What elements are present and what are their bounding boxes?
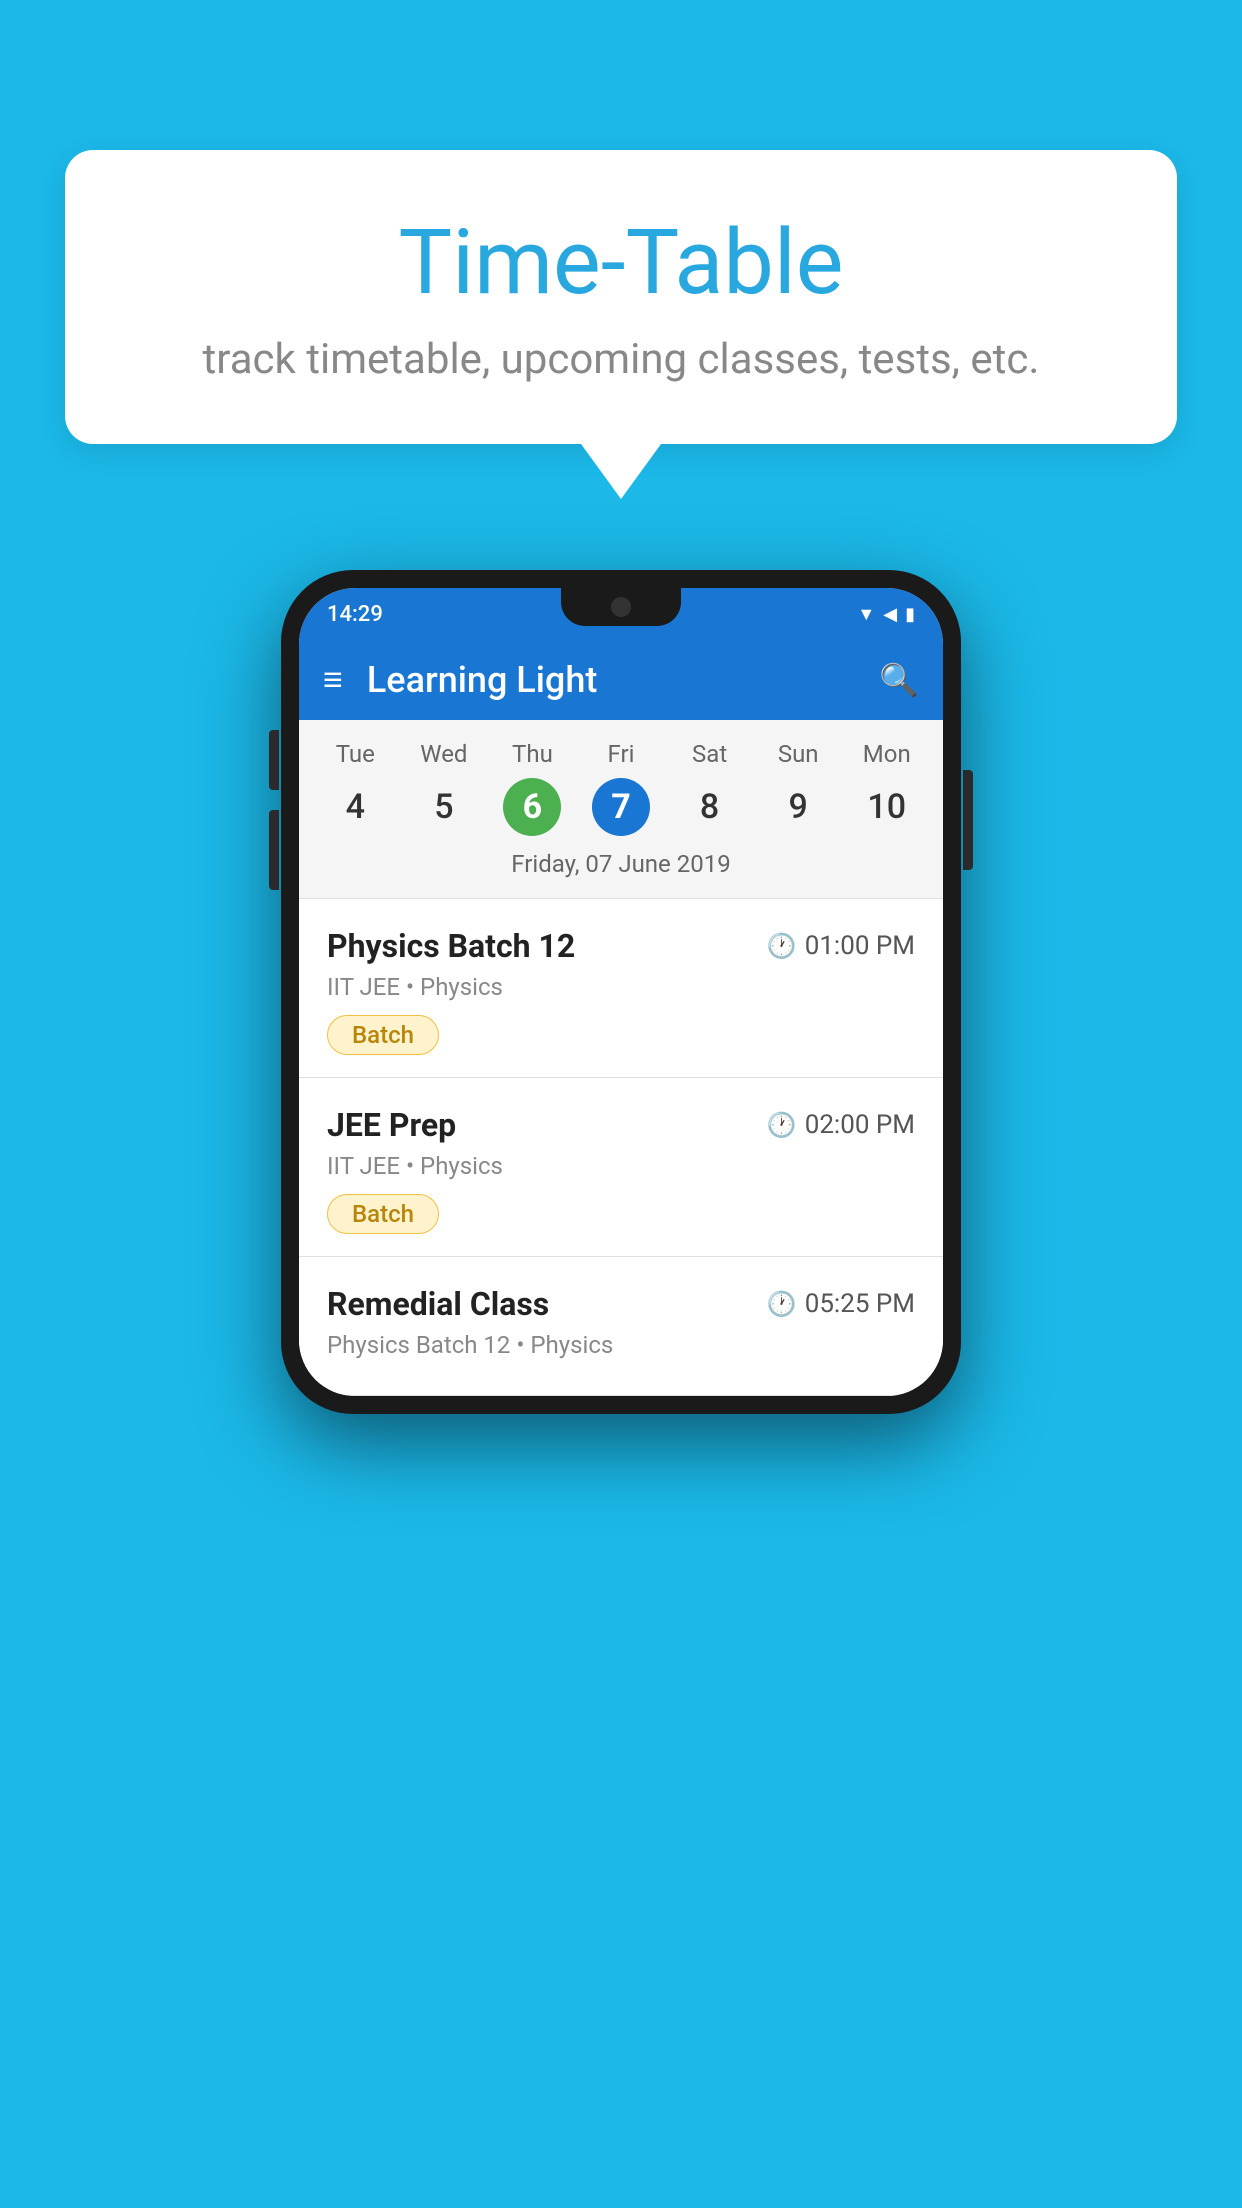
day-number[interactable]: 4 xyxy=(326,778,384,836)
calendar-day-col[interactable]: Mon 10 xyxy=(842,740,931,836)
day-name: Thu xyxy=(512,740,553,768)
day-number[interactable]: 10 xyxy=(858,778,916,836)
calendar-date-label: Friday, 07 June 2019 xyxy=(299,836,943,888)
battery-icon: ▮ xyxy=(905,604,915,625)
calendar-day-col[interactable]: Wed 5 xyxy=(400,740,489,836)
day-name: Fri xyxy=(608,740,635,768)
day-name: Mon xyxy=(863,740,911,768)
calendar-strip: Tue 4 Wed 5 Thu 6 Fri 7 Sat 8 Sun 9 Mon 10 Friday, 07… xyxy=(299,720,943,898)
clock-icon: 🕐 xyxy=(767,932,797,960)
calendar-day-col[interactable]: Thu 6 xyxy=(488,740,577,836)
batch-badge: Batch xyxy=(327,1015,439,1055)
hero-subtitle: track timetable, upcoming classes, tests… xyxy=(145,335,1097,384)
calendar-day-col[interactable]: Fri 7 xyxy=(577,740,666,836)
wifi-icon: ▼ xyxy=(857,604,875,625)
class-item-header: Remedial Class 🕐 05:25 PM xyxy=(327,1285,915,1323)
class-title: Remedial Class xyxy=(327,1285,549,1323)
class-item[interactable]: JEE Prep 🕐 02:00 PM IIT JEE • Physics Batch xyxy=(299,1078,943,1257)
class-title: Physics Batch 12 xyxy=(327,927,575,965)
phone-screen: 14:29 ▼ ◀ ▮ ≡ Learning Light 🔍 Tue4Wed5T… xyxy=(299,588,943,1396)
day-number[interactable]: 5 xyxy=(415,778,473,836)
phone-camera xyxy=(611,597,631,617)
app-bar: ≡ Learning Light 🔍 xyxy=(299,640,943,720)
class-item[interactable]: Remedial Class 🕐 05:25 PM Physics Batch 12 … xyxy=(299,1257,943,1396)
day-number[interactable]: 9 xyxy=(769,778,827,836)
search-icon[interactable]: 🔍 xyxy=(879,661,919,699)
signal-icon: ◀ xyxy=(883,604,897,625)
class-item-header: Physics Batch 12 🕐 01:00 PM xyxy=(327,927,915,965)
batch-badge: Batch xyxy=(327,1194,439,1234)
volume-down-button xyxy=(269,810,279,890)
app-title: Learning Light xyxy=(367,659,879,701)
phone-notch xyxy=(561,588,681,626)
calendar-day-col[interactable]: Sat 8 xyxy=(665,740,754,836)
day-name: Tue xyxy=(336,740,375,768)
class-time: 🕐 01:00 PM xyxy=(767,931,915,961)
class-item[interactable]: Physics Batch 12 🕐 01:00 PM IIT JEE • Physi… xyxy=(299,899,943,1078)
status-time: 14:29 xyxy=(327,602,383,627)
class-time: 🕐 02:00 PM xyxy=(767,1110,915,1140)
day-name: Wed xyxy=(420,740,467,768)
day-number[interactable]: 7 xyxy=(592,778,650,836)
class-item-header: JEE Prep 🕐 02:00 PM xyxy=(327,1106,915,1144)
class-subtitle: IIT JEE • Physics xyxy=(327,1152,915,1180)
hero-section: Time-Table track timetable, upcoming cla… xyxy=(65,150,1177,499)
day-name: Sat xyxy=(692,740,727,768)
hero-title: Time-Table xyxy=(145,210,1097,315)
volume-up-button xyxy=(269,730,279,790)
hero-card: Time-Table track timetable, upcoming cla… xyxy=(65,150,1177,444)
phone-mockup: 14:29 ▼ ◀ ▮ ≡ Learning Light 🔍 Tue4Wed5T… xyxy=(281,570,961,1414)
class-time: 🕐 05:25 PM xyxy=(767,1289,915,1319)
day-name: Sun xyxy=(778,740,819,768)
menu-icon[interactable]: ≡ xyxy=(323,660,343,700)
status-icons: ▼ ◀ ▮ xyxy=(857,604,915,625)
class-subtitle: IIT JEE • Physics xyxy=(327,973,915,1001)
clock-icon: 🕐 xyxy=(767,1290,797,1318)
class-time-text: 05:25 PM xyxy=(805,1289,915,1319)
class-time-text: 02:00 PM xyxy=(805,1110,915,1140)
day-number[interactable]: 8 xyxy=(681,778,739,836)
calendar-day-col[interactable]: Sun 9 xyxy=(754,740,843,836)
class-title: JEE Prep xyxy=(327,1106,456,1144)
class-time-text: 01:00 PM xyxy=(805,931,915,961)
speech-bubble-arrow xyxy=(581,444,661,499)
calendar-days-row: Tue 4 Wed 5 Thu 6 Fri 7 Sat 8 Sun 9 Mon 10 xyxy=(299,740,943,836)
day-number[interactable]: 6 xyxy=(503,778,561,836)
clock-icon: 🕐 xyxy=(767,1111,797,1139)
class-list: Physics Batch 12 🕐 01:00 PM IIT JEE • Physi… xyxy=(299,899,943,1396)
power-button xyxy=(963,770,973,870)
calendar-day-col[interactable]: Tue 4 xyxy=(311,740,400,836)
class-subtitle: Physics Batch 12 • Physics xyxy=(327,1331,915,1359)
phone-outer-frame: 14:29 ▼ ◀ ▮ ≡ Learning Light 🔍 Tue4Wed5T… xyxy=(281,570,961,1414)
